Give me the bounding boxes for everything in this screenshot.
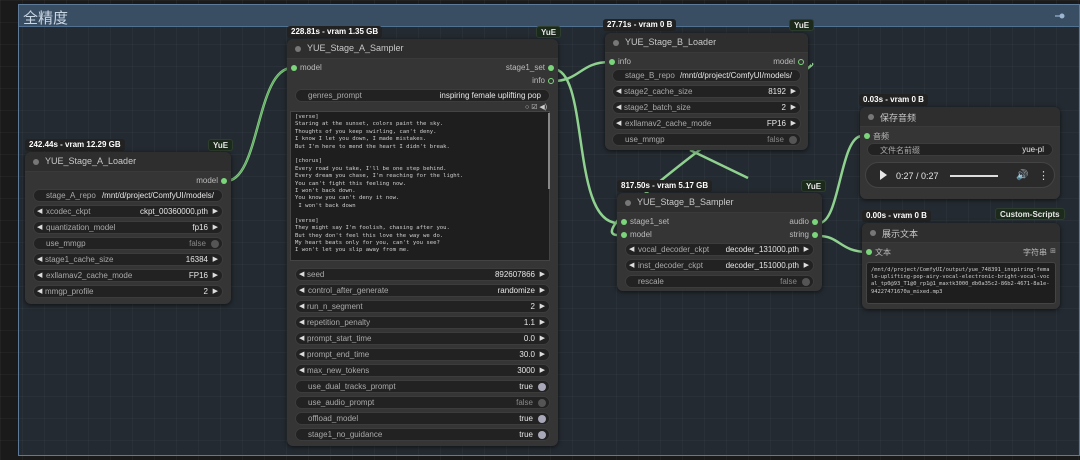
widget-max-new-tokens[interactable]: ◀ max_new_tokens 3000 ▶: [295, 364, 550, 377]
widget-use-dual-tracks-prompt[interactable]: use_dual_tracks_prompt true: [295, 380, 550, 393]
pin-icon[interactable]: [1055, 11, 1065, 21]
widget-stage2-batch-size[interactable]: ◀ stage2_batch_size 2 ▶: [612, 101, 801, 114]
widget-exllamav2-cache-mode[interactable]: ◀ exllamav2_cache_mode FP16 ▶: [33, 269, 223, 282]
widget-stage-a-repo[interactable]: stage_A_repo/mnt/d/project/ComfyUI/model…: [33, 189, 223, 202]
node-tag: YuE: [789, 19, 815, 31]
output-slot-string[interactable]: 字符串 ⊞: [970, 247, 1060, 259]
widget-use-mmgp[interactable]: use_mmgp false: [33, 237, 223, 250]
input-slot-model[interactable]: model: [287, 63, 407, 75]
more-vertical-icon[interactable]: ⋮: [1038, 169, 1049, 182]
group-title: 全精度: [23, 10, 69, 27]
node-title: YUE_Stage_B_Sampler: [637, 197, 734, 207]
widget-genres-prompt[interactable]: genres_prompt inspiring female uplifting …: [295, 89, 550, 102]
node-tag: YuE: [208, 139, 234, 151]
widget-prompt-end-time[interactable]: ◀ prompt_end_time 30.0 ▶: [295, 348, 550, 361]
node-title: YUE_Stage_B_Loader: [625, 37, 717, 47]
node-title: YUE_Stage_A_Sampler: [307, 43, 404, 53]
widget-mmgp-profile[interactable]: ◀ mmgp_profile 2 ▶: [33, 285, 223, 298]
widget-repetition-penalty[interactable]: ◀ repetition_penalty 1.1 ▶: [295, 316, 550, 329]
widget-prompt-start-time[interactable]: ◀ prompt_start_time 0.0 ▶: [295, 332, 550, 345]
node-yue-stage-a-sampler[interactable]: YUE_Stage_A_Sampler model stage1_set inf…: [287, 39, 558, 446]
collapse-dot-icon[interactable]: [613, 40, 619, 46]
group-header[interactable]: 全精度: [19, 5, 1079, 27]
timing-badge: 242.44s - vram 12.29 GB: [25, 139, 125, 151]
textarea-toolbar[interactable]: ○ ☑ ◀): [525, 103, 547, 111]
volume-icon[interactable]: 🔊: [1016, 170, 1028, 181]
widget-seed[interactable]: ◀ seed 892607866 ▶: [295, 268, 550, 281]
widget-use-mmgp[interactable]: use_mmgp false: [612, 133, 801, 146]
node-header[interactable]: YUE_Stage_A_Sampler: [287, 39, 558, 59]
timing-badge: 817.50s - vram 5.17 GB: [617, 180, 713, 192]
node-tag: Custom-Scripts: [995, 208, 1065, 220]
widget-stage1-cache-size[interactable]: ◀ stage1_cache_size 16384 ▶: [33, 253, 223, 266]
node-title: YUE_Stage_A_Loader: [45, 156, 137, 166]
timing-badge: 27.71s - vram 0 B: [603, 19, 677, 31]
lyrics-scrollbar[interactable]: [548, 113, 550, 189]
input-slot-text[interactable]: 文本: [862, 247, 952, 259]
node-yue-stage-b-loader[interactable]: YUE_Stage_B_Loader info model stage_B_re…: [605, 33, 808, 150]
node-title: 保存音频: [880, 113, 917, 123]
node-yue-stage-a-loader[interactable]: YUE_Stage_A_Loader model stage_A_repo/mn…: [25, 152, 231, 304]
speaker-icon: ◀): [539, 104, 548, 111]
widget-inst-decoder-ckpt[interactable]: ◀ inst_decoder_ckpt decoder_151000.pth ▶: [625, 259, 814, 272]
output-slot-model[interactable]: model: [708, 57, 808, 69]
widget-rescale[interactable]: rescale false: [625, 275, 814, 288]
node-header[interactable]: YUE_Stage_B_Loader: [605, 33, 808, 53]
widget-offload-model[interactable]: offload_model true: [295, 412, 550, 425]
audio-progress-bar[interactable]: [950, 175, 998, 177]
widget-control-after-generate[interactable]: ◀ control_after_generate randomize ▶: [295, 284, 550, 297]
input-slot-info[interactable]: info: [605, 57, 705, 69]
node-yue-stage-b-sampler[interactable]: YUE_Stage_B_Sampler stage1_set model aud…: [617, 193, 822, 291]
audio-player[interactable]: 0:27 / 0:27 🔊 ⋮: [865, 162, 1055, 188]
output-slot-string[interactable]: string: [722, 230, 822, 242]
widget-vocal-decoder-ckpt[interactable]: ◀ vocal_decoder_ckpt decoder_131000.pth ▶: [625, 243, 814, 256]
node-header[interactable]: 展示文本: [862, 223, 1060, 243]
collapse-dot-icon[interactable]: [625, 200, 631, 206]
widget-stage1-no-guidance[interactable]: stage1_no_guidance true: [295, 428, 550, 441]
widget-use-audio-prompt[interactable]: use_audio_prompt false: [295, 396, 550, 409]
widget-xcodec-ckpt[interactable]: ◀ xcodec_ckpt ckpt_00360000.pth ▶: [33, 205, 223, 218]
widget-exllamav2-cache-mode[interactable]: ◀ exllamav2_cache_mode FP16 ▶: [612, 117, 801, 130]
audio-time: 0:27 / 0:27: [896, 171, 939, 181]
widget-quantization-model[interactable]: ◀ quantization_model fp16 ▶: [33, 221, 223, 234]
lyrics-textarea[interactable]: [verse] Staring at the sunset, colors pa…: [290, 111, 550, 261]
collapse-dot-icon[interactable]: [868, 114, 874, 120]
checkbox-icon: ☑: [531, 104, 538, 111]
input-slot-model[interactable]: model: [617, 230, 717, 242]
node-header[interactable]: YUE_Stage_A_Loader: [25, 152, 231, 172]
collapse-dot-icon[interactable]: [295, 46, 301, 52]
collapse-dot-icon[interactable]: [870, 230, 876, 236]
timing-badge: 0.00s - vram 0 B: [862, 210, 931, 222]
node-header[interactable]: YUE_Stage_B_Sampler: [617, 193, 822, 213]
input-slot-stage1-set[interactable]: stage1_set: [617, 217, 717, 229]
output-slot-info[interactable]: info: [418, 76, 558, 88]
widget-stage2-cache-size[interactable]: ◀ stage2_cache_size 8192 ▶: [612, 85, 801, 98]
widget-stage-b-repo[interactable]: stage_B_repo/mnt/d/project/ComfyUI/model…: [612, 69, 801, 82]
node-tag: YuE: [801, 180, 827, 192]
output-slot-stage1-set[interactable]: stage1_set: [418, 63, 558, 75]
node-show-text[interactable]: 展示文本 文本 字符串 ⊞ /mnt/d/project/ComfyUI/outp…: [862, 223, 1060, 309]
output-text-area[interactable]: /mnt/d/project/ComfyUI/output/yue_748391…: [866, 262, 1056, 304]
output-slot-model[interactable]: model: [25, 176, 231, 188]
node-save-audio[interactable]: 保存音频 音频 文件名前缀 yue-pl 0:27 / 0:27 🔊 ⋮: [860, 107, 1060, 199]
input-slot-audio[interactable]: 音频: [860, 131, 960, 143]
play-icon[interactable]: [880, 170, 887, 180]
widget-filename-prefix[interactable]: 文件名前缀 yue-pl: [867, 143, 1053, 156]
timing-badge: 228.81s - vram 1.35 GB: [287, 26, 383, 38]
circle-icon: ○: [525, 104, 530, 111]
node-tag: YuE: [536, 26, 562, 38]
collapse-dot-icon[interactable]: [33, 159, 39, 165]
widget-run-n-segment[interactable]: ◀ run_n_segment 2 ▶: [295, 300, 550, 313]
node-title: 展示文本: [882, 229, 919, 239]
node-header[interactable]: 保存音频: [860, 107, 1060, 127]
output-slot-audio[interactable]: audio: [722, 217, 822, 229]
timing-badge: 0.03s - vram 0 B: [859, 94, 928, 106]
